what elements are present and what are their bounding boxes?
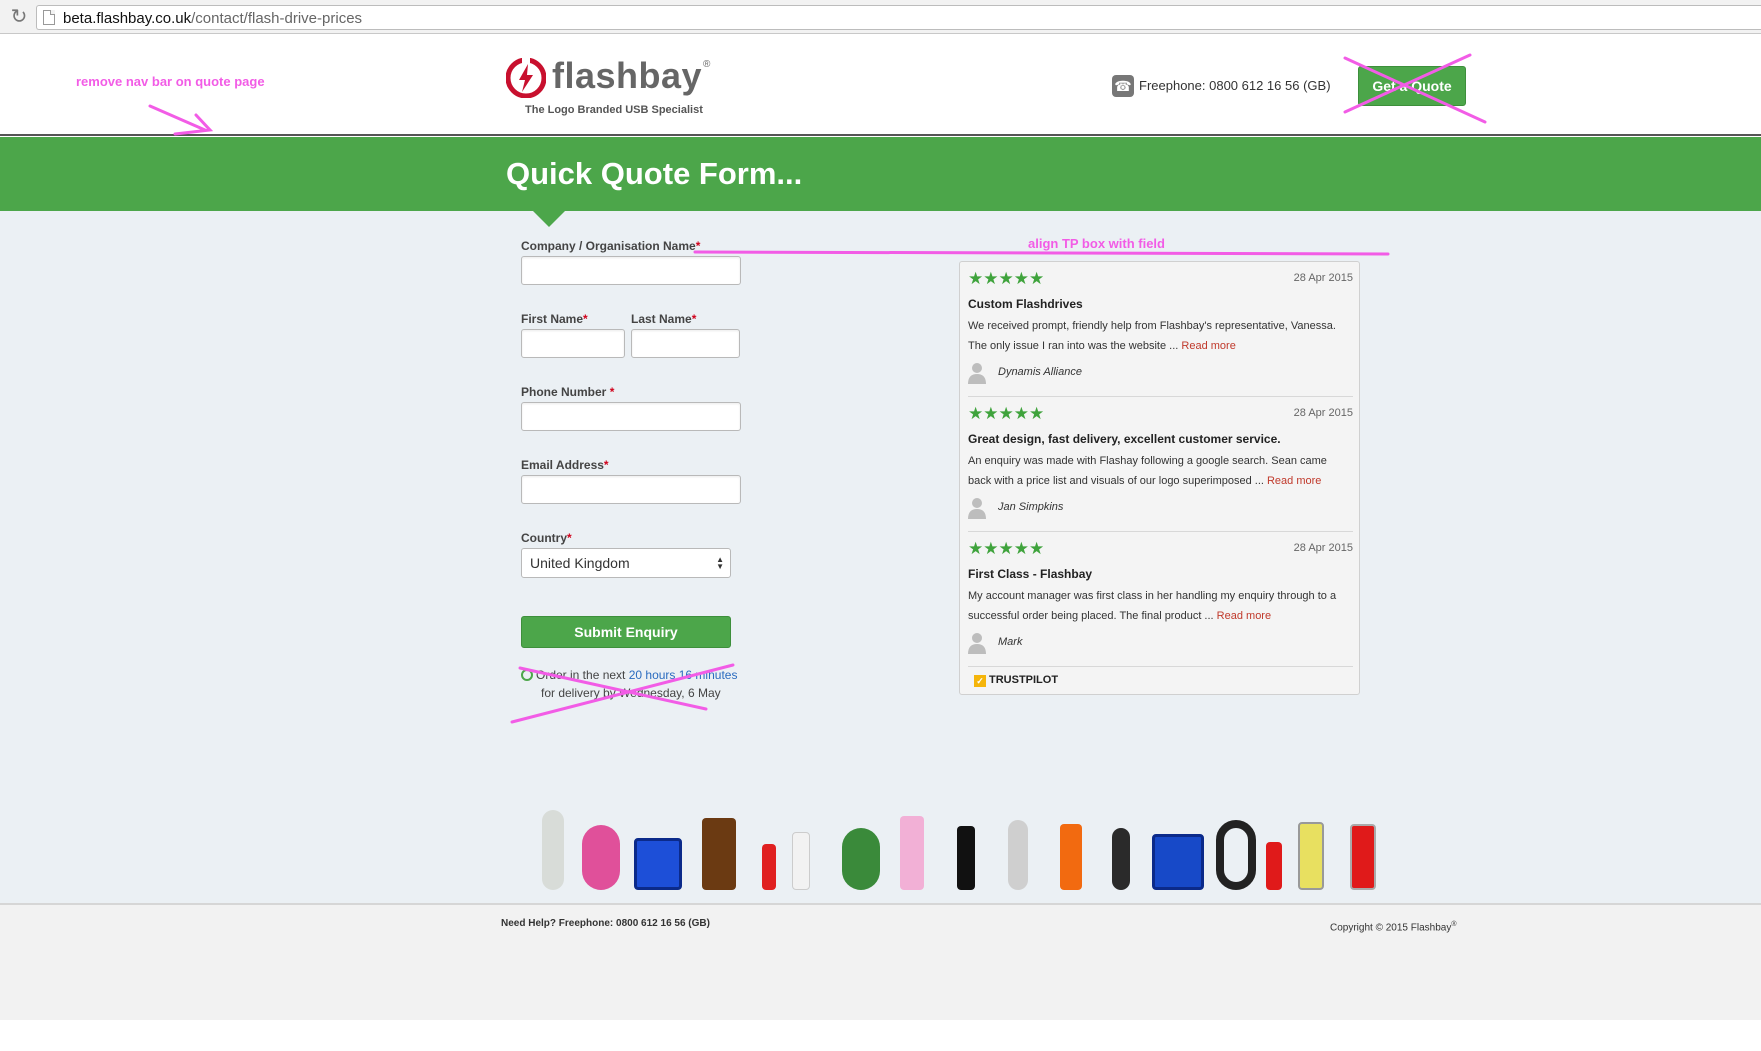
review-title: Custom Flashdrives [968, 297, 1083, 311]
review-item: ★★★★★ 28 Apr 2015 Great design, fast del… [968, 397, 1353, 532]
country-select[interactable]: United Kingdom ▲ ▼ [521, 548, 731, 578]
page-title-band: Quick Quote Form... [0, 137, 1761, 211]
address-bar[interactable]: beta.flashbay.co.uk/contact/flash-drive-… [36, 5, 1761, 30]
usb-product-image [957, 826, 975, 890]
usb-product-image [1008, 820, 1028, 890]
get-quote-button[interactable]: Get a Quote [1358, 66, 1466, 106]
annotation-nav-note: remove nav bar on quote page [76, 74, 265, 89]
email-input[interactable] [521, 475, 741, 504]
usb-product-image [1216, 820, 1256, 890]
url-domain: beta.flashbay.co.uk [63, 10, 192, 27]
usb-product-image [702, 818, 736, 890]
usb-product-image [634, 838, 682, 890]
five-star-rating-icon: ★★★★★ [968, 404, 1045, 423]
browser-toolbar: ↻ beta.flashbay.co.uk/contact/flash-driv… [0, 0, 1761, 34]
reload-icon[interactable]: ↻ [8, 6, 30, 28]
usb-product-image [1298, 822, 1324, 890]
review-date: 28 Apr 2015 [1293, 272, 1353, 284]
review-date: 28 Apr 2015 [1293, 407, 1353, 419]
avatar-icon [968, 363, 986, 384]
usb-product-image [900, 816, 924, 890]
usb-product-image [582, 825, 620, 890]
read-more-link[interactable]: Read more [1267, 475, 1321, 487]
review-body: An enquiry was made with Flashay followi… [968, 455, 1327, 487]
order-prefix: Order in the next [536, 668, 629, 682]
page-title: Quick Quote Form... [506, 156, 803, 191]
review-date: 28 Apr 2015 [1293, 542, 1353, 554]
review-body: My account manager was first class in he… [968, 590, 1337, 622]
trustpilot-star-icon: ✓ [974, 675, 986, 687]
avatar-icon [968, 498, 986, 519]
review-item: ★★★★★ 28 Apr 2015 First Class - Flashbay… [968, 532, 1353, 667]
read-more-link[interactable]: Read more [1181, 340, 1235, 352]
order-delivery: for delivery by Wednesday, 6 May [541, 686, 721, 700]
review-item: ★★★★★ 28 Apr 2015 Custom Flashdrives We … [968, 262, 1353, 397]
annotation-align-note: align TP box with field [1028, 236, 1165, 251]
review-author: Jan Simpkins [998, 501, 1064, 513]
usb-product-image [1112, 828, 1130, 890]
company-label: Company / Organisation Name* [521, 239, 701, 253]
avatar-icon [968, 633, 986, 654]
first-name-label: First Name* [521, 312, 588, 326]
usb-product-image [842, 828, 880, 890]
last-name-input[interactable] [631, 329, 740, 358]
site-footer: Need Help? Freephone: 0800 612 16 56 (GB… [0, 903, 1761, 1020]
trustpilot-reviews-box: ★★★★★ 28 Apr 2015 Custom Flashdrives We … [959, 261, 1360, 695]
review-author: Mark [998, 636, 1023, 648]
review-title: First Class - Flashbay [968, 567, 1093, 581]
url-path: /contact/flash-drive-prices [191, 10, 363, 27]
usb-product-image [1152, 834, 1204, 890]
trustpilot-logo[interactable]: ✓ TRUSTPILOT [974, 674, 1058, 687]
last-name-label: Last Name* [631, 312, 697, 326]
phone-icon: ☎ [1112, 75, 1134, 97]
clock-icon [521, 669, 533, 681]
usb-product-image [1266, 842, 1282, 890]
submit-enquiry-button[interactable]: Submit Enquiry [521, 616, 731, 648]
review-body: We received prompt, friendly help from F… [968, 320, 1336, 352]
read-more-link[interactable]: Read more [1217, 610, 1271, 622]
review-author: Dynamis Alliance [998, 366, 1082, 378]
flashbay-logo-icon[interactable] [506, 58, 546, 98]
order-time: 20 hours 16 minutes [628, 668, 738, 682]
url-text: beta.flashbay.co.uk/contact/flash-drive-… [63, 10, 362, 27]
header-freephone: Freephone: 0800 612 16 56 (GB) [1139, 78, 1331, 93]
phone-label: Phone Number * [521, 385, 615, 399]
usb-product-gallery [530, 800, 1420, 890]
order-countdown: Order in the next 20 hours 16 minutes [521, 668, 737, 682]
first-name-input[interactable] [521, 329, 625, 358]
footer-help-phone: Need Help? Freephone: 0800 612 16 56 (GB… [501, 918, 710, 929]
usb-product-image [762, 844, 776, 890]
usb-product-image [542, 810, 564, 890]
page-icon [43, 10, 55, 25]
logo-wordmark[interactable]: flashbay [552, 55, 702, 97]
select-arrows-icon: ▲ ▼ [716, 555, 724, 571]
country-selected-value: United Kingdom [530, 555, 630, 571]
phone-input[interactable] [521, 402, 741, 431]
logo-registered-mark: ® [703, 59, 711, 70]
five-star-rating-icon: ★★★★★ [968, 539, 1045, 558]
footer-copyright: Copyright © 2015 Flashbay® [1330, 921, 1457, 934]
email-label: Email Address* [521, 458, 609, 472]
usb-product-image [792, 832, 810, 890]
review-title: Great design, fast delivery, excellent c… [968, 432, 1281, 446]
band-notch [532, 210, 566, 227]
five-star-rating-icon: ★★★★★ [968, 269, 1045, 288]
usb-product-image [1350, 824, 1376, 890]
country-label: Country* [521, 531, 572, 545]
usb-product-image [1060, 824, 1082, 890]
company-input[interactable] [521, 256, 741, 285]
logo-tagline: The Logo Branded USB Specialist [525, 104, 703, 116]
